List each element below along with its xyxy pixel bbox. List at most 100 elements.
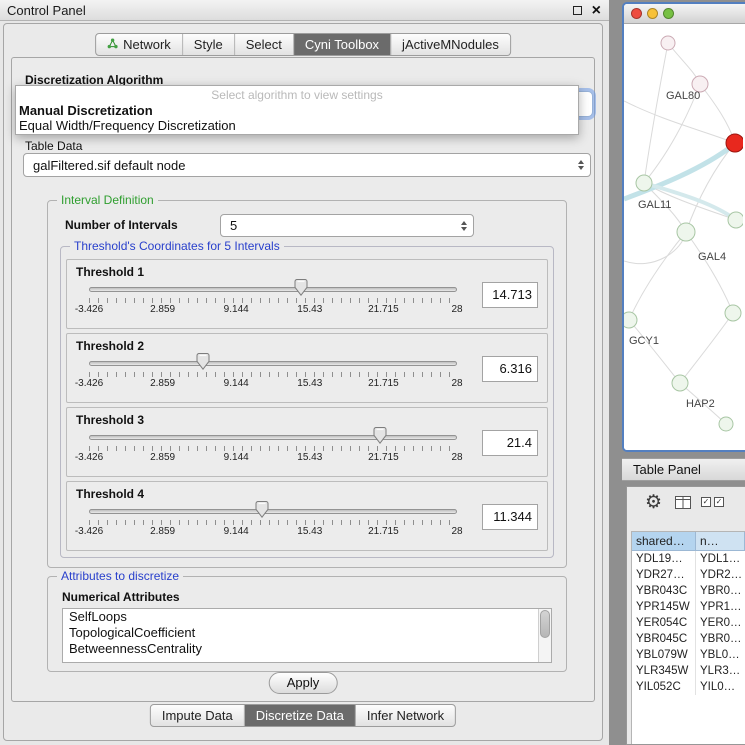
attribute-item[interactable]: TopologicalCoefficient bbox=[63, 625, 551, 641]
slider-thumb[interactable] bbox=[373, 427, 386, 444]
zoom-traffic-light-icon[interactable] bbox=[663, 8, 674, 19]
tick-label: 2.859 bbox=[150, 304, 175, 315]
tick-label: 28 bbox=[451, 526, 462, 537]
table-cell: YDR27… bbox=[632, 567, 696, 583]
slider: -3.4262.8599.14415.4321.71528 bbox=[89, 482, 457, 550]
column-header[interactable]: n… bbox=[696, 532, 745, 551]
tab-label: Infer Network bbox=[367, 708, 444, 723]
thresholds-list: Threshold 1-3.4262.8599.14415.4321.71528… bbox=[66, 259, 548, 551]
tick-label: -3.426 bbox=[75, 378, 103, 389]
window-title: Control Panel bbox=[7, 3, 86, 18]
threshold-value-field[interactable]: 11.344 bbox=[482, 504, 538, 530]
number-of-intervals-combobox[interactable]: 5 bbox=[220, 214, 474, 237]
apply-button[interactable]: Apply bbox=[269, 672, 338, 694]
tick-label: 21.715 bbox=[368, 526, 399, 537]
slider: -3.4262.8599.14415.4321.71528 bbox=[89, 260, 457, 328]
column-header[interactable]: shared… bbox=[632, 532, 696, 551]
tab-cyni-toolbox[interactable]: Cyni Toolbox bbox=[294, 34, 391, 55]
tab-impute-data[interactable]: Impute Data bbox=[151, 705, 245, 726]
top-tab-bar: Network Style Select Cyni Toolbox jActiveMNo… bbox=[95, 33, 511, 56]
attribute-item[interactable]: SelfLoops bbox=[63, 609, 551, 625]
slider-track[interactable] bbox=[89, 509, 457, 514]
stepper-arrows-icon[interactable] bbox=[461, 221, 467, 231]
columns-icon[interactable] bbox=[675, 496, 691, 514]
threshold-value-field[interactable]: 21.4 bbox=[482, 430, 538, 456]
attribute-item[interactable]: BetweennessCentrality bbox=[63, 641, 551, 657]
slider-track[interactable] bbox=[89, 361, 457, 366]
close-traffic-light-icon[interactable] bbox=[631, 8, 642, 19]
tick-labels: -3.4262.8599.14415.4321.71528 bbox=[89, 378, 457, 390]
tab-label: Network bbox=[123, 37, 171, 52]
table-cell: YBL079W bbox=[632, 647, 696, 663]
tick-label: 21.715 bbox=[368, 304, 399, 315]
threshold-panel: Threshold 2-3.4262.8599.14415.4321.71528… bbox=[66, 333, 548, 403]
slider-thumb[interactable] bbox=[197, 353, 210, 370]
table-data-combobox[interactable]: galFiltered.sif default node bbox=[23, 153, 591, 177]
close-icon[interactable]: × bbox=[592, 1, 601, 20]
table-row[interactable]: YIL052CYIL0… bbox=[632, 679, 745, 695]
minimize-traffic-light-icon[interactable] bbox=[647, 8, 658, 19]
tick-labels: -3.4262.8599.14415.4321.71528 bbox=[89, 526, 457, 538]
slider-ticks bbox=[89, 520, 457, 525]
tab-infer-network[interactable]: Infer Network bbox=[356, 705, 455, 726]
control-panel-window: Control Panel × Network Style Select Cyni T… bbox=[0, 0, 609, 745]
stepper-arrows-icon[interactable] bbox=[578, 160, 584, 170]
tab-label: jActiveMNodules bbox=[402, 37, 499, 52]
table-row[interactable]: YPR145WYPR1… bbox=[632, 599, 745, 615]
checkbox-icon[interactable]: ✓ bbox=[714, 497, 724, 507]
table-row[interactable]: YDL19…YDL1… bbox=[632, 551, 745, 567]
tick-label: 2.859 bbox=[150, 452, 175, 463]
attributes-listbox[interactable]: SelfLoopsTopologicalCoefficientBetweenne… bbox=[62, 608, 552, 663]
tick-label: 28 bbox=[451, 452, 462, 463]
tab-label: Select bbox=[246, 37, 282, 52]
table-row[interactable]: YLR345WYLR3… bbox=[632, 663, 745, 679]
tab-jactivemnodules[interactable]: jActiveMNodules bbox=[391, 34, 510, 55]
tab-style[interactable]: Style bbox=[183, 34, 235, 55]
tick-labels: -3.4262.8599.14415.4321.71528 bbox=[89, 452, 457, 464]
scrollbar-thumb[interactable] bbox=[540, 610, 550, 638]
slider-thumb[interactable] bbox=[255, 501, 268, 518]
network-icon bbox=[107, 37, 118, 52]
checkbox-icon[interactable]: ✓ bbox=[701, 497, 711, 507]
threshold-value-field[interactable]: 6.316 bbox=[482, 356, 538, 382]
threshold-panel: Threshold 4-3.4262.8599.14415.4321.71528… bbox=[66, 481, 548, 551]
interval-definition-title: Interval Definition bbox=[57, 193, 158, 207]
scrollbar[interactable] bbox=[538, 609, 551, 662]
table-row[interactable]: YER054CYER0… bbox=[632, 615, 745, 631]
gear-icon[interactable]: ⚙ bbox=[645, 491, 662, 514]
table-cell: YLR345W bbox=[632, 663, 696, 679]
table-row[interactable]: YBL079WYBL0… bbox=[632, 647, 745, 663]
slider-ticks bbox=[89, 372, 457, 377]
network-canvas[interactable]: GAL80GAL11GAL4GCY1HAP2 bbox=[624, 24, 745, 450]
interval-definition-group: Interval Definition Number of Intervals … bbox=[47, 200, 567, 568]
slider-track[interactable] bbox=[89, 435, 457, 440]
tick-label: -3.426 bbox=[75, 452, 103, 463]
table-row[interactable]: YBR043CYBR0… bbox=[632, 583, 745, 599]
table-cell: YER0… bbox=[696, 615, 745, 631]
table-cell: YLR3… bbox=[696, 663, 745, 679]
tab-discretize-data[interactable]: Discretize Data bbox=[245, 705, 356, 726]
algorithm-option[interactable]: Manual Discretization bbox=[16, 103, 578, 118]
tab-label: Cyni Toolbox bbox=[305, 37, 379, 52]
table-panel-toolbar: ⚙ ✓ ✓ bbox=[627, 487, 745, 527]
table-cell: YBR043C bbox=[632, 583, 696, 599]
tab-label: Style bbox=[194, 37, 223, 52]
tick-label: 15.43 bbox=[297, 304, 322, 315]
algorithm-option[interactable]: Equal Width/Frequency Discretization bbox=[16, 118, 578, 133]
tab-network[interactable]: Network bbox=[96, 34, 183, 55]
select-columns-icons: ✓ ✓ bbox=[701, 497, 724, 507]
tick-label: 9.144 bbox=[224, 378, 249, 389]
slider-thumb[interactable] bbox=[295, 279, 308, 296]
threshold-value-field[interactable]: 14.713 bbox=[482, 282, 538, 308]
table-row[interactable]: YBR045CYBR0… bbox=[632, 631, 745, 647]
slider-ticks bbox=[89, 446, 457, 451]
node-table: shared…n… YDL19…YDL1…YDR27…YDR2…YBR043CY… bbox=[631, 531, 745, 744]
tab-label: Discretize Data bbox=[256, 708, 344, 723]
tab-select[interactable]: Select bbox=[235, 34, 294, 55]
table-cell: YER054C bbox=[632, 615, 696, 631]
numerical-attributes-label: Numerical Attributes bbox=[62, 590, 180, 604]
table-row[interactable]: YDR27…YDR2… bbox=[632, 567, 745, 583]
slider-track[interactable] bbox=[89, 287, 457, 292]
float-window-icon[interactable] bbox=[573, 6, 582, 15]
tick-label: -3.426 bbox=[75, 526, 103, 537]
